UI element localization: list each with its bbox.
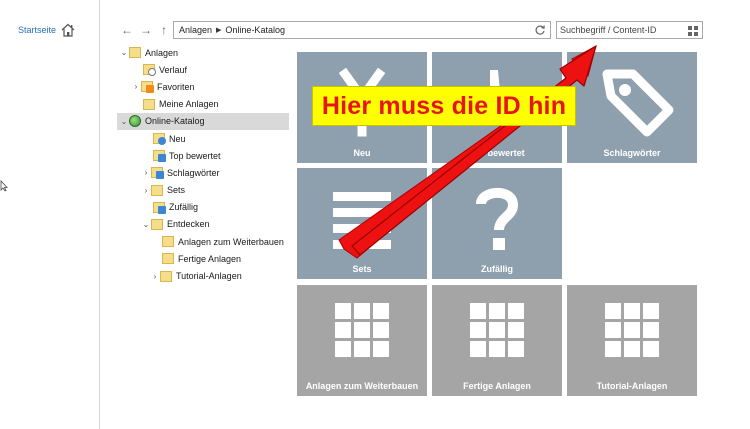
- annotation-arrow: [338, 45, 597, 259]
- annotation-callout: Hier muss die ID hin: [312, 86, 576, 126]
- annotation-text: Hier muss die ID hin: [321, 91, 567, 120]
